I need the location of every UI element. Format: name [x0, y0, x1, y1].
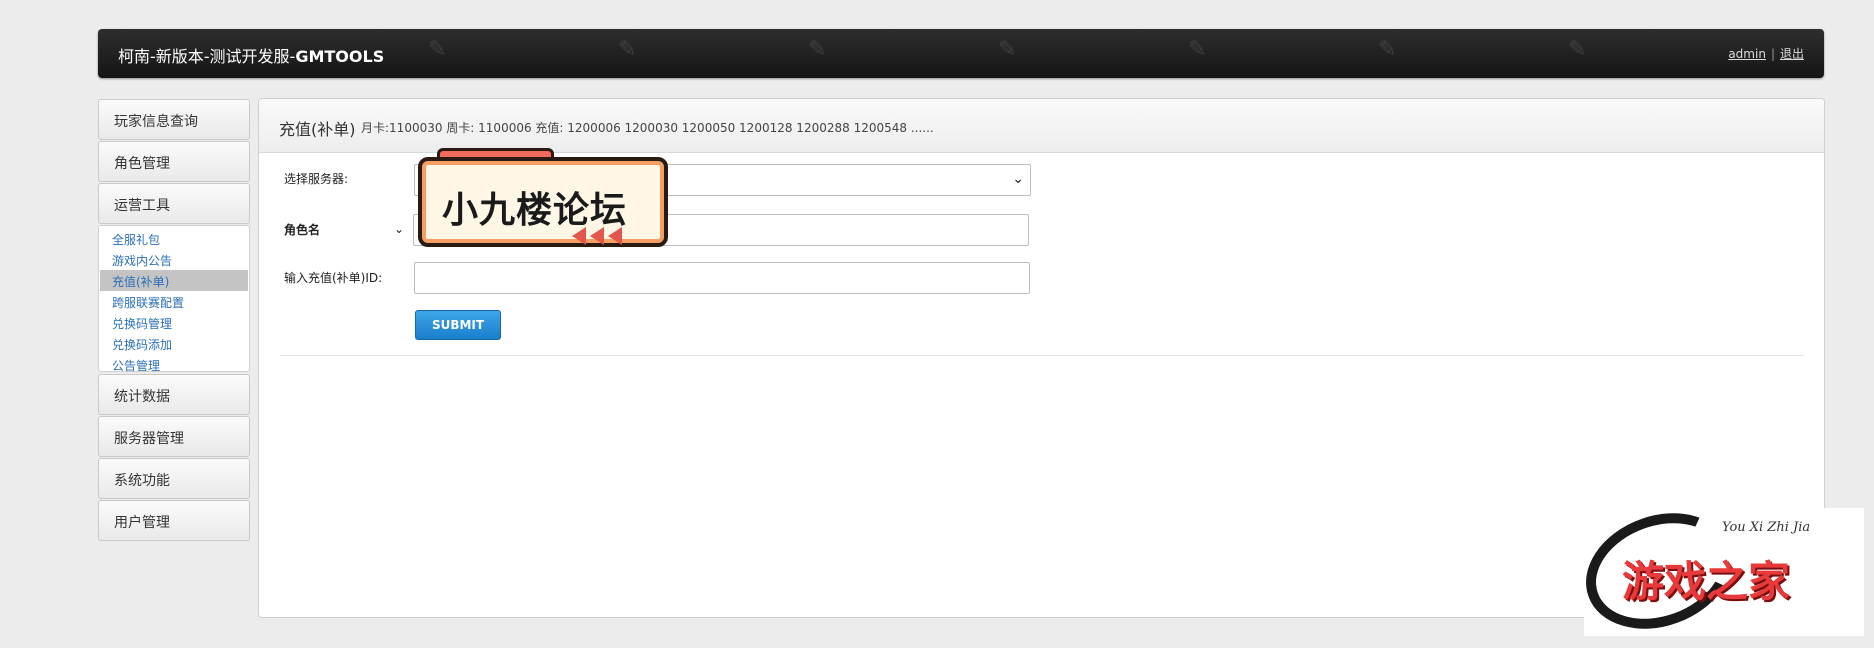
chevron-down-icon: ⌄: [1012, 171, 1024, 187]
role-name-label: 角色名: [284, 223, 321, 237]
sidebar-item-label: 玩家信息查询: [114, 114, 198, 130]
watermark: ✎: [1378, 37, 1397, 62]
arrow-icon: [590, 227, 604, 245]
item-id-note: 月卡:1100030 周卡: 1100006 充值: 1200006 12000…: [361, 121, 934, 135]
sidebar-item-user-manage[interactable]: 用户管理: [98, 500, 250, 541]
ops-tools-submenu: 全服礼包 游戏内公告 充值(补单) 跨服联赛配置 兑换码管理 兑换码添加 公告管…: [98, 225, 250, 375]
submenu-item-notice-manage[interactable]: 公告管理: [100, 354, 248, 375]
logo-script-text: You Xi Zhi Jia: [1722, 520, 1811, 535]
sidebar-item-label: 用户管理: [114, 515, 170, 531]
watermark: ✎: [998, 37, 1017, 62]
user-links: admin | 退出: [1728, 45, 1804, 62]
app-title: 柯南-新版本-测试开发服-GMTOOLS: [118, 43, 384, 67]
arrow-icon: [572, 227, 586, 245]
submenu-item-code-manage[interactable]: 兑换码管理: [100, 312, 248, 333]
submenu-item-recharge[interactable]: 充值(补单): [100, 270, 248, 291]
watermark: ✎: [1188, 37, 1207, 62]
sidebar-item-label: 服务器管理: [114, 431, 184, 447]
user-link[interactable]: admin: [1728, 47, 1766, 61]
recharge-id-input[interactable]: [414, 262, 1030, 294]
sidebar-item-ops-tools[interactable]: 运营工具: [98, 183, 250, 224]
submenu-item-cross-server-league[interactable]: 跨服联赛配置: [100, 291, 248, 312]
page-title: 充值(补单): [279, 120, 356, 139]
sidebar-item-label: 运营工具: [114, 198, 170, 214]
sidebar-item-label: 系统功能: [114, 473, 170, 489]
separator: |: [1770, 47, 1775, 61]
panel-header: 充值(补单) 月卡:1100030 周卡: 1100006 充值: 120000…: [259, 99, 1824, 153]
divider: [280, 355, 1804, 356]
recharge-id-label: 输入充值(补单)ID:: [284, 271, 383, 285]
sidebar-item-statistics[interactable]: 统计数据: [98, 374, 250, 415]
submenu-item-code-add[interactable]: 兑换码添加: [100, 333, 248, 354]
watermark: ✎: [1568, 37, 1587, 62]
site-logo: You Xi Zhi Jia 游戏之家: [1569, 493, 1864, 648]
chevron-down-icon[interactable]: ⌄: [394, 222, 404, 236]
sidebar-item-label: 统计数据: [114, 389, 170, 405]
sidebar-item-role-manage[interactable]: 角色管理: [98, 141, 250, 182]
forum-watermark-badge: 小九楼论坛: [418, 157, 668, 247]
submit-button[interactable]: SUBMIT: [415, 310, 501, 340]
watermark: ✎: [618, 37, 637, 62]
server-select-label: 选择服务器:: [284, 172, 349, 186]
arrow-icon: [608, 227, 622, 245]
app-title-brand: GMTOOLS: [295, 47, 385, 66]
submenu-item-server-gift[interactable]: 全服礼包: [100, 228, 248, 249]
watermark: ✎: [428, 37, 447, 62]
sidebar-item-server-manage[interactable]: 服务器管理: [98, 416, 250, 457]
sidebar-item-system[interactable]: 系统功能: [98, 458, 250, 499]
sidebar-item-player-query[interactable]: 玩家信息查询: [98, 99, 250, 140]
top-header: ✎ ✎ ✎ ✎ ✎ ✎ ✎ 柯南-新版本-测试开发服-GMTOOLS admin…: [98, 29, 1824, 78]
watermark: ✎: [808, 37, 827, 62]
sidebar-item-label: 角色管理: [114, 156, 170, 172]
badge-text: 小九楼论坛: [442, 190, 628, 231]
logo-text: 游戏之家: [1622, 557, 1791, 606]
submenu-item-ingame-notice[interactable]: 游戏内公告: [100, 249, 248, 270]
logout-link[interactable]: 退出: [1780, 47, 1804, 61]
app-title-prefix: 柯南-新版本-测试开发服-: [118, 47, 296, 66]
